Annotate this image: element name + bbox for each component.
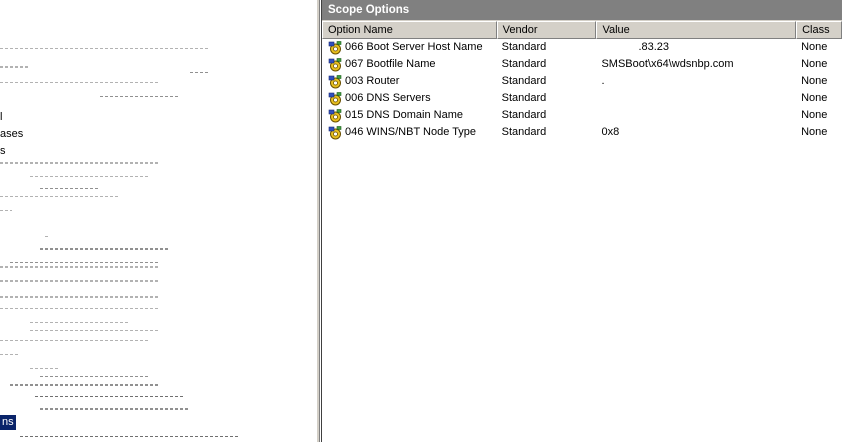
value-cell: .83.23 — [638, 41, 670, 53]
option-row[interactable]: 066 Boot Server Host Name Standard .83.23 N… — [322, 39, 842, 56]
redaction-mark — [45, 236, 49, 237]
option-name-cell: 067 Bootfile Name — [322, 56, 497, 73]
dhcp-option-icon — [328, 57, 342, 71]
dhcp-option-icon — [328, 108, 342, 122]
vendor-cell: Standard — [501, 75, 547, 87]
tree-item-s[interactable]: s — [0, 144, 6, 159]
redaction-mark — [10, 262, 160, 263]
option-name: 006 DNS Servers — [345, 92, 431, 104]
option-row[interactable]: 003 Router Standard. None — [322, 73, 842, 90]
vendor-cell: Standard — [501, 109, 547, 121]
option-row[interactable]: 046 WINS/NBT Node Type Standard 0x8 None — [322, 124, 842, 141]
redaction-mark — [0, 354, 20, 355]
option-row[interactable]: 067 Bootfile Name Standard SMSBoot\x64\wds… — [322, 56, 842, 73]
redaction-mark — [10, 384, 160, 386]
option-row[interactable]: 006 DNS Servers Standard None — [322, 90, 842, 107]
option-name: 066 Boot Server Host Name — [345, 41, 483, 53]
redaction-mark — [40, 248, 170, 250]
option-row[interactable]: 015 DNS Domain Name Standard None — [322, 107, 842, 124]
tree-item-scope-options-selected[interactable]: ns — [0, 415, 16, 430]
class-cell: None — [801, 41, 828, 53]
options-list: 066 Boot Server Host Name Standard .83.23 N… — [322, 39, 842, 141]
class-cell: None — [801, 126, 828, 138]
tree-item-l[interactable]: l — [0, 110, 2, 125]
vendor-cell: Standard — [501, 92, 547, 104]
dhcp-option-icon — [328, 125, 342, 139]
redaction-mark — [0, 210, 12, 211]
option-name-cell: 046 WINS/NBT Node Type — [322, 124, 497, 141]
redaction-mark — [0, 162, 160, 164]
redaction-mark — [0, 82, 160, 83]
option-name: 015 DNS Domain Name — [345, 109, 463, 121]
class-cell: None — [801, 58, 828, 70]
redaction-mark — [35, 396, 185, 397]
class-cell: None — [801, 75, 828, 87]
value-cell: SMSBoot\x64\wdsnbp.com — [601, 58, 734, 70]
option-name: 067 Bootfile Name — [345, 58, 436, 70]
redaction-mark — [0, 48, 210, 49]
dhcp-option-icon — [328, 74, 342, 88]
column-header-option-name[interactable]: Option Name — [322, 21, 497, 39]
tree-item-leases[interactable]: ases — [0, 127, 23, 142]
redaction-mark — [30, 176, 150, 177]
list-header: Option Name Vendor Value Class — [322, 21, 842, 39]
vendor-cell: Standard — [501, 41, 547, 53]
option-name-cell: 006 DNS Servers — [322, 90, 497, 107]
option-name-cell: 015 DNS Domain Name — [322, 107, 497, 124]
value-cell: . — [601, 75, 605, 87]
value-cell — [596, 107, 796, 124]
redaction-mark — [100, 96, 180, 97]
redaction-mark — [0, 280, 160, 282]
redaction-mark — [0, 266, 160, 268]
redaction-mark — [40, 188, 100, 189]
redaction-mark — [190, 72, 210, 73]
redaction-mark — [30, 322, 130, 323]
console-tree-pane[interactable]: l ases s ns — [0, 0, 316, 442]
redaction-mark — [0, 308, 160, 309]
value-cell — [596, 90, 796, 107]
column-header-class[interactable]: Class — [796, 21, 842, 39]
column-header-value[interactable]: Value — [596, 21, 797, 39]
redaction-mark — [40, 376, 150, 377]
vendor-cell: Standard — [501, 58, 547, 70]
redaction-mark — [30, 368, 60, 369]
redaction-mark — [0, 66, 30, 68]
class-cell: None — [801, 92, 828, 104]
option-name: 003 Router — [345, 75, 400, 87]
option-name-cell: 066 Boot Server Host Name — [322, 39, 497, 56]
redaction-mark — [40, 408, 190, 410]
redaction-mark — [0, 296, 160, 298]
details-pane: Scope Options Option Name Vendor Value C… — [321, 0, 842, 442]
redaction-mark — [0, 196, 120, 197]
pane-splitter[interactable] — [316, 0, 320, 442]
value-cell: 0x8 — [601, 126, 620, 138]
option-name-cell: 003 Router — [322, 73, 497, 90]
column-header-vendor[interactable]: Vendor — [496, 21, 597, 39]
pane-title: Scope Options — [322, 0, 842, 21]
class-cell: None — [801, 109, 828, 121]
dhcp-option-icon — [328, 91, 342, 105]
option-name: 046 WINS/NBT Node Type — [345, 126, 477, 138]
redaction-mark — [30, 330, 160, 331]
dhcp-option-icon — [328, 40, 342, 54]
redaction-mark — [20, 436, 240, 437]
redaction-mark — [0, 340, 150, 341]
vendor-cell: Standard — [501, 126, 547, 138]
